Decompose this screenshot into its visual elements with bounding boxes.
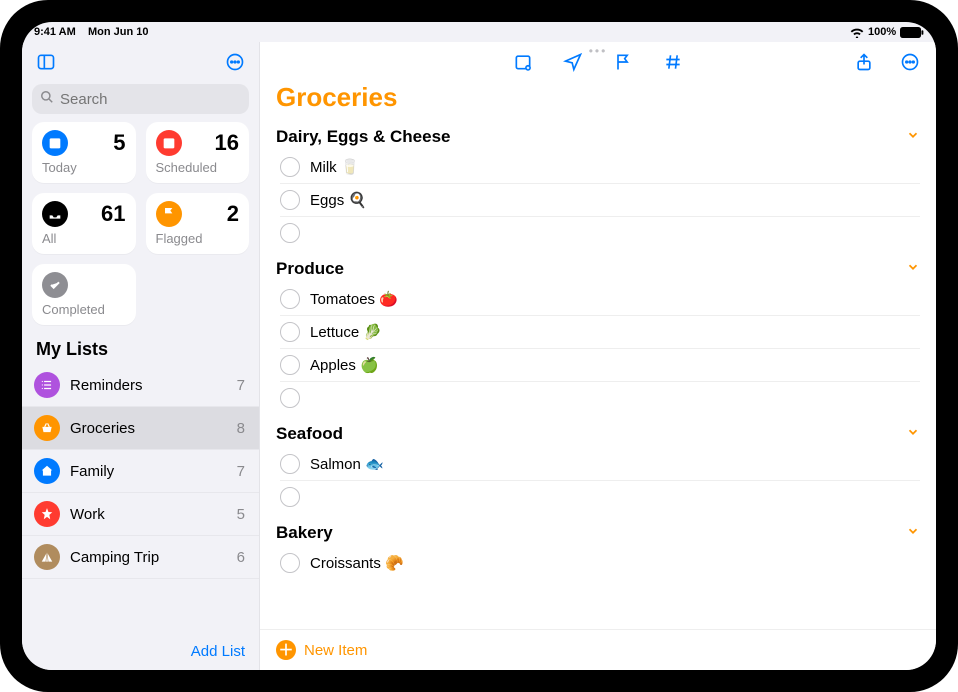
toggle-sidebar-button[interactable] xyxy=(32,48,60,76)
smart-list-scheduled[interactable]: 16 Scheduled xyxy=(146,122,250,183)
search-field[interactable] xyxy=(32,84,249,114)
list-name: Family xyxy=(70,463,227,480)
section-title: Bakery xyxy=(276,523,333,543)
calendar-icon xyxy=(156,130,182,156)
complete-radio[interactable] xyxy=(280,355,300,375)
status-date: Mon Jun 10 xyxy=(88,26,149,38)
home-icon xyxy=(34,458,60,484)
chevron-down-icon[interactable] xyxy=(906,127,920,147)
list-count: 6 xyxy=(237,549,245,566)
complete-radio[interactable] xyxy=(280,223,300,243)
reminder-title[interactable]: Milk 🥛 xyxy=(310,158,360,176)
status-battery-pct: 100% xyxy=(868,26,896,38)
flag-icon xyxy=(156,201,182,227)
smart-list-flagged[interactable]: 2 Flagged xyxy=(146,193,250,254)
reminder-title[interactable]: Apples 🍏 xyxy=(310,356,379,374)
list-title: Groceries xyxy=(260,78,936,121)
complete-radio[interactable] xyxy=(280,388,300,408)
basket-icon xyxy=(34,415,60,441)
tray-icon xyxy=(42,201,68,227)
reminder-title[interactable]: Salmon 🐟 xyxy=(310,455,384,473)
battery-icon xyxy=(900,27,924,38)
complete-radio[interactable] xyxy=(280,190,300,210)
list-name: Work xyxy=(70,506,227,523)
smart-list-all[interactable]: 61 All xyxy=(32,193,136,254)
complete-radio[interactable] xyxy=(280,487,300,507)
search-icon xyxy=(40,90,54,108)
section-header[interactable]: Seafood xyxy=(276,418,920,448)
list-count: 7 xyxy=(237,377,245,394)
complete-radio[interactable] xyxy=(280,289,300,309)
toolbar-flag-button[interactable] xyxy=(609,48,637,76)
toolbar-location-button[interactable] xyxy=(559,48,587,76)
reminder-title[interactable]: Croissants 🥐 xyxy=(310,554,404,572)
complete-radio[interactable] xyxy=(280,157,300,177)
plus-circle-icon: ＋ xyxy=(276,640,296,660)
list-count: 7 xyxy=(237,463,245,480)
list-name: Reminders xyxy=(70,377,227,394)
complete-radio[interactable] xyxy=(280,322,300,342)
section-header[interactable]: Produce xyxy=(276,253,920,283)
search-input[interactable] xyxy=(60,91,259,108)
section-title: Dairy, Eggs & Cheese xyxy=(276,127,450,147)
reminder-item[interactable]: Milk 🥛 xyxy=(280,151,920,184)
section-header[interactable]: Dairy, Eggs & Cheese xyxy=(276,121,920,151)
list-row[interactable]: Reminders 7 xyxy=(22,364,259,407)
share-button[interactable] xyxy=(850,48,878,76)
sidebar: 5 Today 16 Scheduled xyxy=(22,42,260,670)
list-name: Groceries xyxy=(70,420,227,437)
reminder-item[interactable] xyxy=(280,217,920,249)
reminder-title[interactable]: Eggs 🍳 xyxy=(310,191,367,209)
list-icon xyxy=(34,372,60,398)
complete-radio[interactable] xyxy=(280,553,300,573)
list-name: Camping Trip xyxy=(70,549,227,566)
list-row[interactable]: Work 5 xyxy=(22,493,259,536)
list-row[interactable]: Camping Trip 6 xyxy=(22,536,259,579)
complete-radio[interactable] xyxy=(280,454,300,474)
reminder-item[interactable] xyxy=(280,481,920,513)
calendar-today-icon xyxy=(42,130,68,156)
smart-list-completed[interactable]: Completed xyxy=(32,264,136,325)
list-count: 8 xyxy=(237,420,245,437)
reminder-item[interactable]: Tomatoes 🍅 xyxy=(280,283,920,316)
reminder-item[interactable]: Lettuce 🥬 xyxy=(280,316,920,349)
star-icon xyxy=(34,501,60,527)
reminder-title[interactable]: Tomatoes 🍅 xyxy=(310,290,398,308)
my-lists-header: My Lists xyxy=(22,333,259,364)
toolbar-template-button[interactable] xyxy=(509,48,537,76)
list-row[interactable]: Groceries 8 xyxy=(22,407,259,450)
reminder-item[interactable] xyxy=(280,382,920,414)
tent-icon xyxy=(34,544,60,570)
section-header[interactable]: Bakery xyxy=(276,517,920,547)
checkmark-icon xyxy=(42,272,68,298)
smart-list-today[interactable]: 5 Today xyxy=(32,122,136,183)
main-pane: ••• xyxy=(260,42,936,670)
section-title: Seafood xyxy=(276,424,343,444)
section-title: Produce xyxy=(276,259,344,279)
reminder-item[interactable]: Eggs 🍳 xyxy=(280,184,920,217)
status-bar: 9:41 AM Mon Jun 10 100% xyxy=(22,22,936,42)
toolbar-tag-button[interactable] xyxy=(659,48,687,76)
wifi-icon xyxy=(850,27,864,38)
reminder-item[interactable]: Apples 🍏 xyxy=(280,349,920,382)
chevron-down-icon[interactable] xyxy=(906,523,920,543)
status-time: 9:41 AM xyxy=(34,26,76,38)
new-item-button[interactable]: ＋ New Item xyxy=(260,629,936,670)
list-count: 5 xyxy=(237,506,245,523)
reminder-item[interactable]: Croissants 🥐 xyxy=(280,547,920,579)
chevron-down-icon[interactable] xyxy=(906,259,920,279)
add-list-button[interactable]: Add List xyxy=(22,633,259,670)
reminder-item[interactable]: Salmon 🐟 xyxy=(280,448,920,481)
chevron-down-icon[interactable] xyxy=(906,424,920,444)
main-more-button[interactable] xyxy=(896,48,924,76)
reminder-title[interactable]: Lettuce 🥬 xyxy=(310,323,382,341)
sidebar-more-button[interactable] xyxy=(221,48,249,76)
list-row[interactable]: Family 7 xyxy=(22,450,259,493)
